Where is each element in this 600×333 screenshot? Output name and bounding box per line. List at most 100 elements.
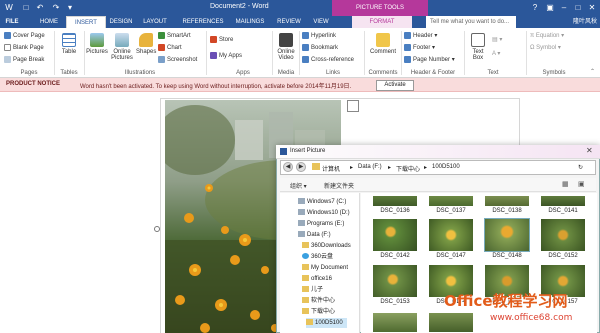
thumbnail-label[interactable]: DSC_0153 (372, 299, 418, 305)
help-icon[interactable]: ? (528, 1, 542, 14)
nav-item-100d5100[interactable]: 100D5100 (306, 318, 347, 328)
save-icon[interactable]: □ (20, 2, 32, 13)
refresh-icon[interactable]: ↻ (578, 164, 583, 171)
page-number-button[interactable]: Page Number ▾ (404, 56, 455, 63)
online-video-button[interactable]: Online Video (274, 33, 298, 61)
bookmark-icon (302, 44, 309, 51)
thumbnail-label[interactable]: DSC_0141 (540, 208, 586, 214)
store-button[interactable]: Store (210, 36, 233, 43)
tab-design[interactable]: DESIGN (106, 16, 136, 28)
thumbnail[interactable] (428, 195, 474, 207)
equation-button[interactable]: π Equation ▾ (530, 32, 564, 39)
thumbnail-label[interactable]: DSC_0142 (372, 253, 418, 259)
nav-item-office16[interactable]: office16 (302, 274, 332, 284)
user-name[interactable]: 隆叶风秋 (573, 16, 597, 28)
thumbnail[interactable] (372, 195, 418, 207)
back-icon[interactable]: ◀ (283, 162, 293, 172)
separator (364, 31, 365, 75)
online-pictures-button[interactable]: Online Pictures (110, 33, 134, 61)
breadcrumb-folder[interactable]: 100D5100 (432, 164, 460, 170)
tab-format[interactable]: FORMAT (352, 16, 412, 28)
preview-pane-icon[interactable]: ▣ (578, 180, 585, 188)
thumbnail[interactable] (540, 195, 586, 207)
tab-insert[interactable]: INSERT (66, 16, 106, 28)
nav-item-download-center[interactable]: 下载中心 (302, 307, 335, 317)
text-box-button[interactable]: Text Box (468, 33, 488, 61)
ribbon-options-icon[interactable]: ▣ (543, 1, 557, 14)
tell-me-input[interactable]: Tell me what you want to do... (426, 16, 516, 28)
page-break-button[interactable]: Page Break (4, 56, 44, 63)
thumbnail-label[interactable]: DSC_0136 (372, 208, 418, 214)
thumbnail[interactable] (372, 264, 418, 298)
redo-icon[interactable]: ↷ (50, 2, 62, 13)
shapes-button[interactable]: Shapes (136, 33, 156, 55)
thumbnail[interactable] (372, 218, 418, 252)
thumbnail-label[interactable]: DSC_0138 (484, 208, 530, 214)
resize-handle[interactable] (154, 226, 160, 232)
nav-item-360downloads[interactable]: 360Downloads (302, 241, 351, 251)
pictures-button[interactable]: Pictures (86, 33, 108, 55)
hyperlink-button[interactable]: Hyperlink (302, 32, 336, 39)
tab-mailings[interactable]: MAILINGS (232, 16, 268, 28)
thumbnail-label[interactable]: DSC_0137 (428, 208, 474, 214)
close-icon[interactable]: ✕ (585, 1, 599, 14)
undo-icon[interactable]: ↶ (34, 2, 46, 13)
thumbnail[interactable] (540, 218, 586, 252)
tab-layout[interactable]: LAYOUT (140, 16, 170, 28)
forward-icon[interactable]: ▶ (296, 162, 306, 172)
text-options-icon[interactable]: ▤ ▾ (492, 36, 502, 43)
cover-page-button[interactable]: Cover Page (4, 32, 45, 39)
nav-item-my-document[interactable]: My Document (302, 263, 348, 273)
screenshot-button[interactable]: Screenshot (158, 56, 197, 63)
dialog-close-icon[interactable]: ✕ (586, 146, 593, 155)
tab-review[interactable]: REVIEW (274, 16, 304, 28)
collapse-ribbon-icon[interactable]: ⌃ (590, 68, 595, 75)
my-apps-button[interactable]: My Apps (210, 52, 242, 59)
footer-button[interactable]: Footer ▾ (404, 44, 435, 51)
nav-item-windows10[interactable]: Windows10 (D:) (298, 208, 350, 218)
breadcrumb-download[interactable]: 下载中心 (396, 164, 420, 173)
customize-qat-icon[interactable]: ▾ (64, 2, 76, 13)
breadcrumb-data[interactable]: Data (F:) (358, 164, 382, 170)
nav-item-programs[interactable]: Programs (E:) (298, 219, 344, 229)
minimize-icon[interactable]: – (557, 1, 571, 14)
symbol-button[interactable]: Ω Symbol ▾ (530, 44, 561, 51)
bookmark-button[interactable]: Bookmark (302, 44, 338, 51)
thumbnail[interactable] (484, 195, 530, 207)
thumbnail-label[interactable]: DSC_0147 (428, 253, 474, 259)
tab-home[interactable]: HOME (36, 16, 62, 28)
wordart-icon[interactable]: A ▾ (492, 50, 500, 57)
header-button[interactable]: Header ▾ (404, 32, 437, 39)
thumbnail-label[interactable]: DSC_0152 (540, 253, 586, 259)
separator (526, 31, 527, 75)
thumbnail[interactable] (372, 312, 418, 333)
activate-button[interactable]: Activate (376, 80, 414, 91)
blank-page-button[interactable]: Blank Page (4, 44, 44, 51)
organize-button[interactable]: 组织 ▾ (290, 181, 307, 190)
smartart-button[interactable]: SmartArt (158, 32, 191, 39)
table-button[interactable]: Table (58, 33, 80, 55)
thumbnail[interactable] (428, 312, 474, 333)
tab-file[interactable]: FILE (0, 16, 24, 28)
nav-item-360cloud[interactable]: 360云盘 (302, 252, 333, 262)
new-folder-button[interactable]: 新建文件夹 (324, 181, 354, 190)
nav-item-data[interactable]: Data (F:) (298, 230, 331, 240)
notice-title: PRODUCT NOTICE (6, 81, 60, 87)
nav-item-software[interactable]: 软件中心 (302, 296, 335, 306)
layout-options-icon[interactable] (347, 100, 359, 112)
view-options-icon[interactable]: ▦ (562, 180, 569, 188)
thumbnail[interactable] (428, 218, 474, 252)
breadcrumb-computer[interactable]: 计算机 (322, 164, 340, 173)
nav-item-son[interactable]: 儿子 (302, 285, 323, 295)
thumbnail-label[interactable]: DSC_0148 (484, 253, 530, 259)
thumbnail[interactable] (484, 218, 530, 252)
chart-button[interactable]: Chart (158, 44, 182, 51)
cross-reference-button[interactable]: Cross-reference (302, 56, 354, 63)
drive-icon (298, 209, 305, 216)
comment-button[interactable]: Comment (366, 33, 400, 55)
tab-references[interactable]: REFERENCES (180, 16, 226, 28)
maximize-icon[interactable]: □ (571, 1, 585, 14)
nav-item-windows7[interactable]: Windows7 (C:) (298, 197, 346, 207)
separator (54, 31, 55, 75)
tab-view[interactable]: VIEW (310, 16, 332, 28)
